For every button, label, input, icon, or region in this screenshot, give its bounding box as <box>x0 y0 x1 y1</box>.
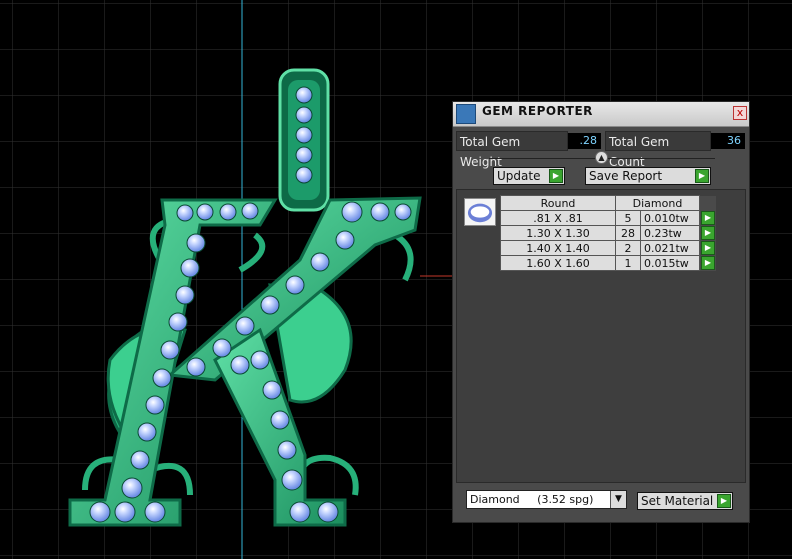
table-row: 1.60 X 1.60 1 0.015tw ▶ <box>500 255 716 271</box>
play-arrow-icon: ▶ <box>549 169 563 183</box>
gem-size: .81 X .81 <box>500 210 616 226</box>
set-material-button[interactable]: Set Material ▶ <box>637 492 733 510</box>
gem-count: 5 <box>615 210 641 226</box>
row-arrow-icon[interactable]: ▶ <box>701 256 715 270</box>
round-gem-icon[interactable] <box>464 198 496 226</box>
table-header-row: Round Diamond <box>500 195 716 211</box>
update-button[interactable]: Update ▶ <box>493 167 565 185</box>
table-row: .81 X .81 5 0.010tw ▶ <box>500 210 716 226</box>
chevron-down-icon[interactable]: ▼ <box>610 491 626 508</box>
material-header: Diamond <box>615 195 700 211</box>
gem-size: 1.40 X 1.40 <box>500 240 616 256</box>
material-select[interactable]: Diamond (3.52 spg) ▼ <box>466 490 627 509</box>
total-gem-weight-label: Total Gem Weight <box>456 131 568 169</box>
total-gem-weight-value: .28 <box>568 133 601 149</box>
table-row: 1.40 X 1.40 2 0.021tw ▶ <box>500 240 716 256</box>
gem-count: 28 <box>615 225 641 241</box>
gem-weight: 0.021tw <box>640 240 700 256</box>
play-arrow-icon: ▶ <box>717 494 731 508</box>
row-arrow-icon[interactable]: ▶ <box>701 226 715 240</box>
panel-titlebar[interactable]: GEM REPORTER x <box>453 102 749 127</box>
update-button-label: Update <box>497 169 541 183</box>
report-area: Round Diamond .81 X .81 5 0.010tw ▶ 1.30… <box>456 189 746 483</box>
row-arrow-icon[interactable]: ▶ <box>701 211 715 225</box>
total-gem-count-value: 36 <box>711 133 745 149</box>
material-select-value: Diamond (3.52 spg) <box>470 493 594 506</box>
gem-size: 1.30 X 1.30 <box>500 225 616 241</box>
shape-header: Round <box>500 195 616 211</box>
total-gem-count-label: Total Gem Count <box>605 131 711 169</box>
gem-table: Round Diamond .81 X .81 5 0.010tw ▶ 1.30… <box>500 195 716 271</box>
gem-count: 1 <box>615 255 641 271</box>
save-report-button[interactable]: Save Report ▶ <box>585 167 711 185</box>
panel-title: GEM REPORTER <box>482 104 593 118</box>
table-row: 1.30 X 1.30 28 0.23tw ▶ <box>500 225 716 241</box>
play-arrow-icon: ▶ <box>695 169 709 183</box>
gem-count: 2 <box>615 240 641 256</box>
gem-reporter-panel: GEM REPORTER x Total Gem Weight .28 Tota… <box>452 101 750 523</box>
set-material-label: Set Material <box>641 494 714 508</box>
save-report-label: Save Report <box>589 169 663 183</box>
collapse-up-icon[interactable]: ▲ <box>595 151 608 164</box>
row-arrow-icon[interactable]: ▶ <box>701 241 715 255</box>
gem-reporter-icon <box>456 104 476 124</box>
gem-weight: 0.23tw <box>640 225 700 241</box>
gem-weight: 0.010tw <box>640 210 700 226</box>
gem-size: 1.60 X 1.60 <box>500 255 616 271</box>
close-button[interactable]: x <box>733 106 747 120</box>
gem-weight: 0.015tw <box>640 255 700 271</box>
